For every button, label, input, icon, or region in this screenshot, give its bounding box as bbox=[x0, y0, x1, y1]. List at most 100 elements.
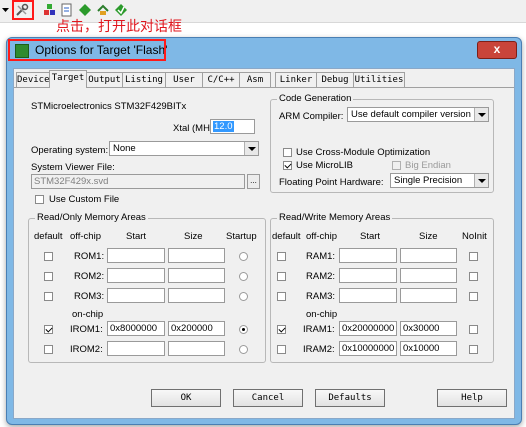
tab-device[interactable]: Device bbox=[16, 72, 50, 87]
compiler-select[interactable]: Use default compiler version 5 bbox=[347, 107, 489, 122]
ram3-default-checkbox[interactable] bbox=[277, 292, 286, 301]
tab-asm[interactable]: Asm bbox=[239, 72, 271, 87]
rom2-start-input[interactable] bbox=[107, 268, 165, 283]
rom1-default-checkbox[interactable] bbox=[44, 252, 53, 261]
fp-hardware-selected-value: Single Precision bbox=[394, 175, 463, 186]
iram1-label: IRAM1: bbox=[303, 324, 335, 335]
rw-header-default: default bbox=[272, 231, 301, 242]
xtal-value: 12.0 bbox=[213, 121, 234, 132]
tab-user[interactable]: User bbox=[165, 72, 203, 87]
use-custom-file-checkbox[interactable] bbox=[35, 195, 44, 204]
tab-debug[interactable]: Debug bbox=[316, 72, 354, 87]
irom2-default-checkbox[interactable] bbox=[44, 345, 53, 354]
rom2-startup-radio[interactable] bbox=[239, 272, 248, 281]
ram2-size-input[interactable] bbox=[400, 268, 457, 283]
rom2-default-checkbox[interactable] bbox=[44, 272, 53, 281]
tab-utilities[interactable]: Utilities bbox=[353, 72, 405, 87]
ro-header-size: Size bbox=[184, 231, 203, 242]
ram1-size-input[interactable] bbox=[400, 248, 457, 263]
rom3-size-input[interactable] bbox=[168, 288, 225, 303]
rw-onchip-label: on-chip bbox=[306, 309, 338, 320]
compiler-selected-value: Use default compiler version 5 bbox=[351, 109, 479, 120]
tab-listing[interactable]: Listing bbox=[122, 72, 166, 87]
ram1-start-input[interactable] bbox=[339, 248, 397, 263]
iram2-size-input[interactable]: 0x10000 bbox=[400, 341, 457, 356]
iram1-default-checkbox[interactable] bbox=[277, 325, 286, 334]
iram2-noinit-checkbox[interactable] bbox=[469, 345, 478, 354]
iram2-default-checkbox[interactable] bbox=[277, 345, 286, 354]
ro-header-startup: Startup bbox=[226, 231, 257, 242]
code-generation-title: Code Generation bbox=[277, 93, 354, 104]
ram2-start-input[interactable] bbox=[339, 268, 397, 283]
iram1-start-input[interactable]: 0x20000000 bbox=[339, 321, 397, 336]
iram1-noinit-checkbox[interactable] bbox=[469, 325, 478, 334]
tab-c-cpp[interactable]: C/C++ bbox=[202, 72, 240, 87]
chevron-down-icon bbox=[474, 108, 488, 121]
defaults-button[interactable]: Defaults bbox=[315, 389, 385, 407]
svd-browse-button[interactable]: ... bbox=[247, 174, 260, 189]
file-extensions-icon[interactable] bbox=[60, 3, 74, 17]
cross-module-checkbox[interactable] bbox=[283, 148, 292, 157]
tab-output[interactable]: Output bbox=[86, 72, 123, 87]
chevron-down-icon bbox=[244, 142, 258, 155]
rom3-default-checkbox[interactable] bbox=[44, 292, 53, 301]
annotation-callout: 点击，打开此对话框 bbox=[56, 19, 182, 35]
irom2-label: IROM2: bbox=[70, 344, 103, 355]
compiler-label: ARM Compiler: bbox=[279, 111, 344, 122]
xtal-input[interactable]: 12.0 bbox=[210, 119, 255, 134]
tab-target[interactable]: Target bbox=[49, 70, 87, 88]
big-endian-label: Big Endian bbox=[405, 160, 451, 171]
ram3-size-input[interactable] bbox=[400, 288, 457, 303]
ro-header-default: default bbox=[34, 231, 63, 242]
ram1-noinit-checkbox[interactable] bbox=[469, 252, 478, 261]
iram2-label: IRAM2: bbox=[303, 344, 335, 355]
irom2-startup-radio[interactable] bbox=[239, 345, 248, 354]
pack-installer-icon[interactable] bbox=[96, 3, 110, 17]
ram3-start-input[interactable] bbox=[339, 288, 397, 303]
dialog-title: Options for Target 'Flash' bbox=[35, 43, 168, 57]
rw-memory-title: Read/Write Memory Areas bbox=[277, 212, 393, 223]
os-select[interactable]: None bbox=[109, 141, 259, 156]
target-options-icon[interactable] bbox=[15, 3, 29, 17]
rom2-size-input[interactable] bbox=[168, 268, 225, 283]
tab-linker[interactable]: Linker bbox=[275, 72, 317, 87]
ram1-default-checkbox[interactable] bbox=[277, 252, 286, 261]
iram1-size-input[interactable]: 0x30000 bbox=[400, 321, 457, 336]
cancel-button[interactable]: Cancel bbox=[233, 389, 303, 407]
ram2-label: RAM2: bbox=[306, 271, 336, 282]
ram2-noinit-checkbox[interactable] bbox=[469, 272, 478, 281]
rom1-startup-radio[interactable] bbox=[239, 252, 248, 261]
close-icon: x bbox=[493, 42, 501, 56]
close-button[interactable]: x bbox=[477, 41, 517, 59]
microlib-label: Use MicroLIB bbox=[296, 160, 354, 171]
irom1-startup-radio[interactable] bbox=[239, 325, 248, 334]
rom1-start-input[interactable] bbox=[107, 248, 165, 263]
manage-components-icon[interactable] bbox=[43, 3, 57, 17]
irom1-default-checkbox[interactable] bbox=[44, 325, 53, 334]
rom1-size-input[interactable] bbox=[168, 248, 225, 263]
iram2-start-input[interactable]: 0x10000000 bbox=[339, 341, 397, 356]
fp-hardware-select[interactable]: Single Precision bbox=[390, 173, 489, 188]
ok-button[interactable]: OK bbox=[151, 389, 221, 407]
dialog-titlebar[interactable]: Options for Target 'Flash' x bbox=[7, 38, 521, 62]
rom1-label: ROM1: bbox=[74, 251, 105, 262]
rw-header-start: Start bbox=[360, 231, 381, 242]
big-endian-checkbox bbox=[392, 161, 401, 170]
dialog-client-area: Device Target Output Listing User C/C++ … bbox=[13, 68, 515, 419]
ram2-default-checkbox[interactable] bbox=[277, 272, 286, 281]
dropdown-arrow-icon[interactable] bbox=[1, 5, 10, 14]
irom1-size-input[interactable]: 0x200000 bbox=[168, 321, 225, 336]
irom2-start-input[interactable] bbox=[107, 341, 165, 356]
rom3-startup-radio[interactable] bbox=[239, 292, 248, 301]
rom3-start-input[interactable] bbox=[107, 288, 165, 303]
options-dialog: Options for Target 'Flash' x Device Targ… bbox=[6, 37, 522, 425]
help-button[interactable]: Help bbox=[437, 389, 507, 407]
microlib-checkbox[interactable] bbox=[283, 161, 292, 170]
rom2-label: ROM2: bbox=[74, 271, 105, 282]
run-time-environment-icon[interactable] bbox=[114, 3, 128, 17]
irom2-size-input[interactable] bbox=[168, 341, 225, 356]
device-name-label: STMicroelectronics STM32F429BITx bbox=[31, 101, 187, 112]
irom1-start-input[interactable]: 0x8000000 bbox=[107, 321, 165, 336]
select-packs-icon[interactable] bbox=[78, 3, 92, 17]
ram3-noinit-checkbox[interactable] bbox=[469, 292, 478, 301]
